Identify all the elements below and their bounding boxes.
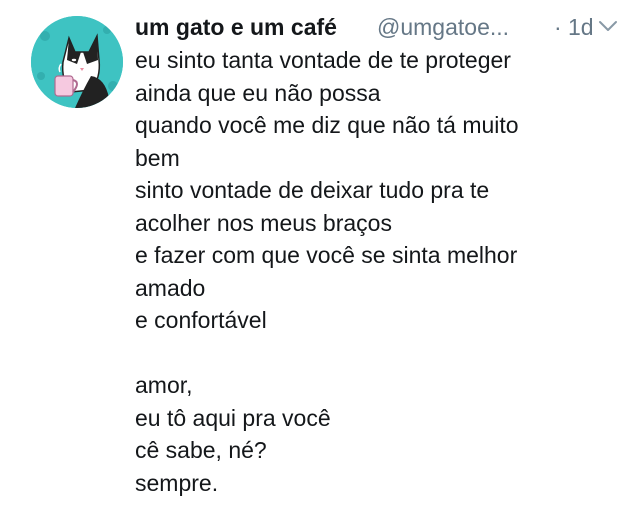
tweet-line: bem (135, 144, 180, 171)
tweet-line: cê sabe, né? (135, 437, 267, 463)
tweet-line: e confortável (135, 307, 267, 333)
tweet-line: acolher nos meus braços (135, 209, 392, 236)
tweet-line: ainda que eu não possa (135, 79, 381, 106)
tweet-line: sempre. (135, 469, 219, 496)
tweet-line: quando você me diz que não tá muito (135, 112, 519, 138)
tweet-line: eu tô aqui pra você (135, 404, 331, 431)
tweet-line: eu sinto tanta vontade de te proteger (135, 47, 511, 73)
tweet-header: um gato e um café @umgatoe... · 1d (135, 12, 625, 42)
display-name[interactable]: um gato e um café (135, 14, 337, 40)
tweet-line: sinto vontade de deixar tudo pra te (135, 177, 490, 203)
tweet-text: eu sinto tanta vontade de te proteger ai… (135, 44, 615, 499)
timestamp[interactable]: 1d (568, 14, 594, 40)
tweet-line: e fazer com que você se sinta melhor (135, 242, 518, 268)
tweet-line: amado (135, 274, 206, 301)
tweet: um gato e um café @umgatoe... · 1d eu si… (0, 0, 640, 526)
chevron-down-icon[interactable] (597, 18, 619, 34)
avatar[interactable] (31, 16, 123, 108)
cat-avatar-icon (31, 16, 123, 108)
separator-dot: · (554, 14, 562, 40)
user-handle[interactable]: @umgatoe... (377, 14, 509, 40)
tweet-line: amor, (135, 372, 193, 398)
